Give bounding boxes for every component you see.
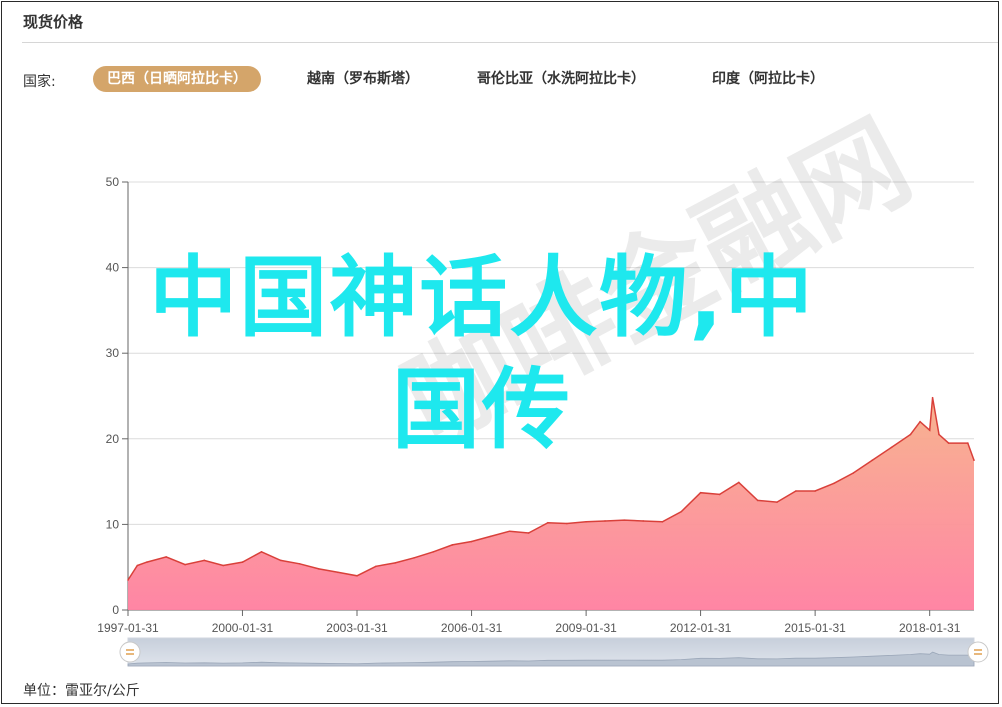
data-point [680, 510, 683, 513]
data-point [527, 532, 530, 534]
x-tick-label: 2015-01-31 [784, 621, 846, 635]
y-tick-label: 10 [106, 517, 120, 531]
data-point [508, 530, 511, 533]
zoom-handle-right[interactable] [967, 641, 989, 663]
x-tick-label: 2003-01-31 [326, 621, 388, 635]
data-point [184, 563, 186, 566]
x-tick-label: 2012-01-31 [670, 621, 732, 635]
data-point [451, 544, 454, 546]
data-point [756, 499, 759, 502]
data-point [203, 559, 206, 562]
data-point [136, 564, 139, 567]
data-point [947, 442, 950, 444]
data-point [718, 493, 721, 496]
chart-panel: 现货价格 国家: 巴西（日晒阿拉比卡） 越南（罗布斯塔） 哥伦比亚（水洗阿拉比卡… [1, 1, 999, 704]
unit-label: 单位：雷亚尔/公斤 [23, 683, 140, 699]
data-point [776, 501, 778, 503]
data-point [318, 568, 320, 570]
data-point [795, 490, 797, 492]
x-tick-label: 1997-01-31 [97, 621, 159, 635]
data-point [661, 521, 664, 523]
data-point [547, 521, 549, 524]
data-point [356, 574, 358, 577]
y-tick-label: 50 [106, 175, 120, 189]
data-point [336, 571, 339, 574]
data-point [241, 561, 244, 563]
data-point [489, 535, 492, 538]
data-point [938, 433, 940, 436]
x-tick-label: 2006-01-31 [441, 621, 503, 635]
data-point [470, 540, 473, 543]
data-point [585, 521, 587, 523]
data-point [260, 550, 263, 553]
data-point [738, 481, 740, 484]
data-point [566, 522, 568, 525]
data-point [127, 579, 129, 581]
data-point [931, 396, 934, 399]
data-point [604, 520, 606, 522]
data-point [165, 556, 167, 558]
overlay-headline-line1: 中国神话人物,中 [149, 246, 815, 349]
data-point [375, 565, 377, 568]
x-tick-label: 2018-01-31 [899, 621, 961, 635]
data-point [623, 519, 626, 521]
data-point [967, 442, 969, 444]
data-point [642, 520, 644, 522]
overlay-headline: 中国神话人物,中 国传 [32, 242, 932, 466]
data-point [852, 472, 855, 474]
y-tick-label: 0 [112, 603, 119, 617]
zoom-handle-left[interactable] [119, 641, 141, 663]
data-point [413, 556, 415, 559]
data-point [814, 490, 816, 492]
data-point [298, 562, 301, 565]
overlay-headline-line2: 国传 [392, 358, 573, 461]
data-point [833, 482, 835, 485]
data-point [973, 459, 975, 462]
data-point [432, 550, 435, 553]
x-tick-label: 2000-01-31 [212, 621, 274, 635]
data-point [222, 564, 225, 567]
data-point [699, 491, 702, 494]
data-point [394, 562, 396, 564]
data-point [279, 559, 282, 562]
data-point [146, 561, 148, 563]
x-tick-label: 2009-01-31 [555, 621, 617, 635]
